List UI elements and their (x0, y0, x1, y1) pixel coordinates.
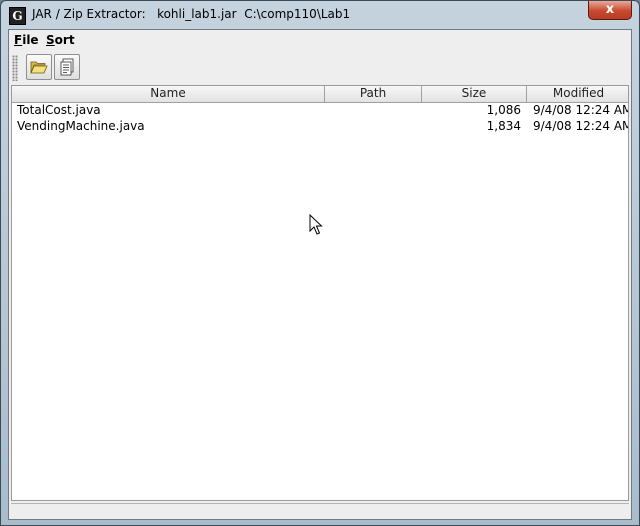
column-header-size[interactable]: Size (422, 86, 527, 102)
table-row[interactable]: TotalCost.java 1,086 9/4/08 12:24 AM (12, 102, 628, 118)
status-bar (11, 503, 629, 519)
mouse-pointer-icon (309, 214, 323, 235)
file-name: VendingMachine.java (17, 119, 145, 133)
extract-button[interactable] (54, 54, 80, 80)
file-modified: 9/4/08 12:24 AM (533, 119, 628, 133)
menu-sort-mnemonic: S (46, 33, 55, 47)
folder-open-icon (30, 61, 48, 74)
app-window: G JAR / Zip Extractor: kohli_lab1.jar C:… (0, 0, 640, 526)
menu-sort[interactable]: Sort (46, 33, 75, 47)
open-archive-button[interactable] (26, 54, 52, 80)
menu-file-mnemonic: F (14, 33, 23, 47)
client-area: File Sort Name Path Size Modified TotalC… (8, 29, 632, 520)
app-icon[interactable]: G (9, 7, 26, 25)
table-header: Name Path Size Modified (12, 86, 628, 103)
menu-bar: File Sort (9, 30, 631, 51)
file-size: 1,834 (486, 119, 521, 133)
file-table[interactable]: Name Path Size Modified TotalCost.java 1… (11, 85, 629, 501)
close-icon: x (605, 2, 615, 17)
toolbar-grip[interactable] (12, 55, 18, 81)
column-header-name[interactable]: Name (12, 86, 325, 102)
file-size: 1,086 (486, 103, 521, 117)
file-path (328, 102, 420, 118)
file-path (328, 118, 420, 134)
title-bar[interactable]: G JAR / Zip Extractor: kohli_lab1.jar C:… (1, 1, 639, 29)
menu-file-label: ile (22, 33, 39, 47)
file-modified: 9/4/08 12:24 AM (533, 103, 628, 117)
column-header-path[interactable]: Path (325, 86, 422, 102)
extract-document-icon (60, 58, 74, 76)
toolbar (9, 52, 631, 84)
close-button[interactable]: x (588, 1, 632, 20)
table-row[interactable]: VendingMachine.java 1,834 9/4/08 12:24 A… (12, 118, 628, 134)
window-title: JAR / Zip Extractor: kohli_lab1.jar C:\c… (32, 7, 351, 21)
menu-sort-label: ort (54, 33, 75, 47)
column-header-modified[interactable]: Modified (527, 86, 628, 102)
menu-file[interactable]: File (14, 33, 39, 47)
file-name: TotalCost.java (17, 103, 101, 117)
